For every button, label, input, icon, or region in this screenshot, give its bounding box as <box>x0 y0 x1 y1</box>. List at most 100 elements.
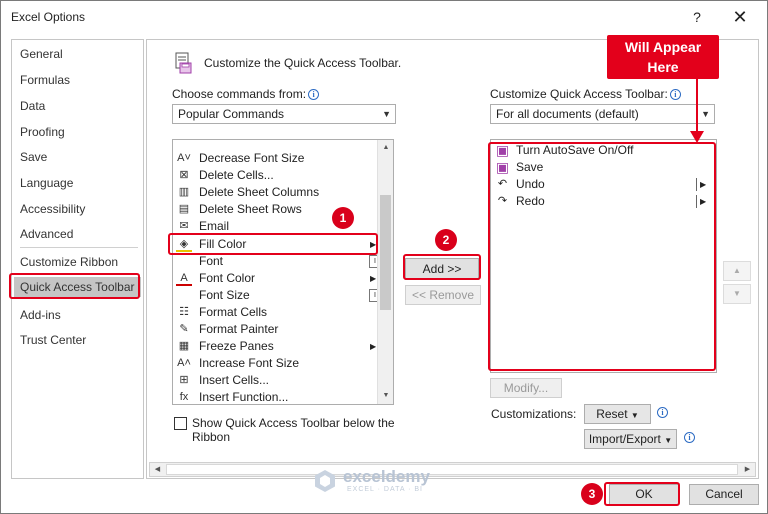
horizontal-scrollbar[interactable]: ◀ ▶ <box>149 462 756 477</box>
info-icon: i <box>669 89 681 100</box>
command-label: Decrease Font Size <box>199 151 305 165</box>
nav-item-general[interactable]: General <box>20 44 63 64</box>
choose-commands-label: Choose commands from: i <box>172 87 320 101</box>
command-label: Freeze Panes <box>199 339 274 354</box>
move-down-button[interactable]: ▼ <box>723 284 751 304</box>
scroll-left-icon[interactable]: ◀ <box>150 463 165 476</box>
command-label: Format Cells <box>199 304 268 319</box>
nav-item-save[interactable]: Save <box>20 147 47 167</box>
list-item[interactable]: ↶ Undo ▶ <box>491 176 716 193</box>
insert-function-icon: fx <box>179 391 189 404</box>
customize-qat-dropdown[interactable]: For all documents (default) ▼ <box>490 104 715 124</box>
separator <box>696 178 697 191</box>
scroll-up-icon[interactable]: ▲ <box>378 140 393 156</box>
list-item[interactable]: ◈ Fill Color ▶ <box>173 236 379 253</box>
list-item[interactable]: ☷ Format Cells <box>173 304 379 321</box>
list-item[interactable]: ✎ Format Painter <box>173 321 379 338</box>
list-item[interactable]: ▣ Save <box>491 159 716 176</box>
qat-item-label: Turn AutoSave On/Off <box>516 143 634 157</box>
show-below-ribbon-label: Show Quick Access Toolbar below the Ribbo… <box>192 416 395 444</box>
will-appear-callout: Will Appear Here <box>607 35 719 79</box>
qat-item-label: Save <box>516 160 544 174</box>
scroll-thumb[interactable] <box>166 464 738 475</box>
nav-item-formulas[interactable]: Formulas <box>20 70 70 90</box>
choose-commands-value: Popular Commands <box>178 107 285 121</box>
scroll-down-icon[interactable]: ▼ <box>378 388 393 404</box>
list-item[interactable]: Font Size I <box>173 287 381 304</box>
nav-item-proofing[interactable]: Proofing <box>20 122 65 142</box>
chevron-down-icon: ▼ <box>630 411 639 420</box>
help-button[interactable]: ? <box>687 7 707 27</box>
decrease-font-icon: A˅ <box>177 152 191 164</box>
nav-item-language[interactable]: Language <box>20 173 73 193</box>
show-below-ribbon-checkbox[interactable] <box>174 417 187 430</box>
increase-font-icon: A˄ <box>177 357 191 370</box>
commands-scrollbar[interactable]: ▲ ▼ <box>377 140 393 404</box>
close-button[interactable]: ✕ <box>729 7 751 29</box>
list-item[interactable]: A˄ Increase Font Size <box>173 355 379 372</box>
nav-item-add-ins[interactable]: Add-ins <box>20 305 61 325</box>
reset-label: Reset <box>596 407 628 421</box>
nav-item-accessibility[interactable]: Accessibility <box>20 199 85 219</box>
panel-heading: Customize the Quick Access Toolbar. <box>204 56 402 70</box>
list-item[interactable]: ▣ Turn AutoSave On/Off <box>491 142 716 159</box>
qat-list[interactable]: ▣ Turn AutoSave On/Off ▣ Save ↶ Undo ▶ ↷ Redo ▶ <box>490 139 717 373</box>
nav-item-data[interactable]: Data <box>20 96 45 116</box>
scroll-thumb[interactable] <box>380 195 391 310</box>
remove-button[interactable]: << Remove <box>405 285 481 305</box>
ok-button[interactable]: OK <box>609 484 679 505</box>
fill-color-icon: ◈ <box>176 237 192 252</box>
chevron-right-icon: ▶ <box>370 342 377 352</box>
nav-item-quick-access-toolbar[interactable]: Quick Access Toolbar <box>14 277 141 297</box>
cancel-button[interactable]: Cancel <box>689 484 759 505</box>
exceldemy-logo <box>315 470 335 492</box>
command-label: Delete Sheet Rows <box>199 202 302 217</box>
list-item[interactable]: fx Insert Function... <box>173 389 379 405</box>
scroll-right-icon[interactable]: ▶ <box>740 463 755 476</box>
choose-commands-dropdown[interactable]: Popular Commands ▼ <box>172 104 396 124</box>
list-item[interactable]: ⊠ Delete Cells... <box>173 167 379 184</box>
commands-list[interactable]: fx Insert Function... ⊞ Insert Cells... A˄ In… <box>172 139 394 405</box>
move-up-button[interactable]: ▲ <box>723 261 751 281</box>
freeze-panes-icon: ▦ <box>178 340 190 353</box>
watermark-tagline: EXCEL · DATA · BI <box>347 486 423 493</box>
nav-item-customize-ribbon[interactable]: Customize Ribbon <box>20 252 118 272</box>
insert-cells-icon: ⊞ <box>179 374 189 387</box>
list-item[interactable]: ⊞ Insert Cells... <box>173 372 379 389</box>
nav-item-advanced[interactable]: Advanced <box>20 224 73 244</box>
window-title: Excel Options <box>11 10 86 24</box>
watermark-name: exceldemy <box>343 467 430 486</box>
title-bar: Excel Options ? ✕ <box>1 1 767 35</box>
customize-qat-label: Customize Quick Access Toolbar: i <box>490 87 681 101</box>
list-item[interactable]: ▦ Freeze Panes ▶ <box>173 338 379 355</box>
chevron-down-icon: ▼ <box>382 109 391 119</box>
email-icon: ✉ <box>179 220 189 233</box>
command-label: Insert Function... <box>199 390 289 405</box>
options-nav: General Formulas Data Proofing Save Language A… <box>11 39 144 479</box>
undo-icon: ↶ <box>497 178 508 190</box>
list-item[interactable]: ↷ Redo ▶ <box>491 193 716 210</box>
list-item[interactable]: Font I <box>173 253 381 270</box>
command-label: Font Color <box>199 270 256 285</box>
import-export-button[interactable]: Import/Export ▼ <box>584 429 677 449</box>
nav-separator <box>20 247 138 248</box>
info-icon: i <box>657 407 668 418</box>
modify-button[interactable]: Modify... <box>490 378 562 398</box>
list-item[interactable]: A˅ Decrease Font Size <box>173 150 379 167</box>
list-item[interactable]: ▥ Delete Sheet Columns <box>173 184 379 201</box>
reset-button[interactable]: Reset ▼ <box>584 404 651 424</box>
autosave-icon: ▣ <box>495 142 510 158</box>
list-item[interactable]: A Font Color ▶ <box>173 270 379 287</box>
quick-access-toolbar-icon <box>175 52 192 74</box>
format-painter-icon: ✎ <box>179 323 189 335</box>
save-icon: ▣ <box>495 159 510 175</box>
excel-options-dialog: Excel Options ? ✕ General Formulas Data Pro… <box>0 0 768 514</box>
nav-item-trust-center[interactable]: Trust Center <box>20 330 86 350</box>
command-label: Delete Sheet Columns <box>199 185 320 200</box>
callout-arrow <box>690 77 704 143</box>
qat-item-label: Undo <box>516 177 545 191</box>
add-button[interactable]: Add >> <box>405 258 479 280</box>
command-label: Format Painter <box>199 322 279 336</box>
command-label: Fill Color <box>199 236 247 251</box>
command-label: Delete Cells... <box>199 168 274 183</box>
